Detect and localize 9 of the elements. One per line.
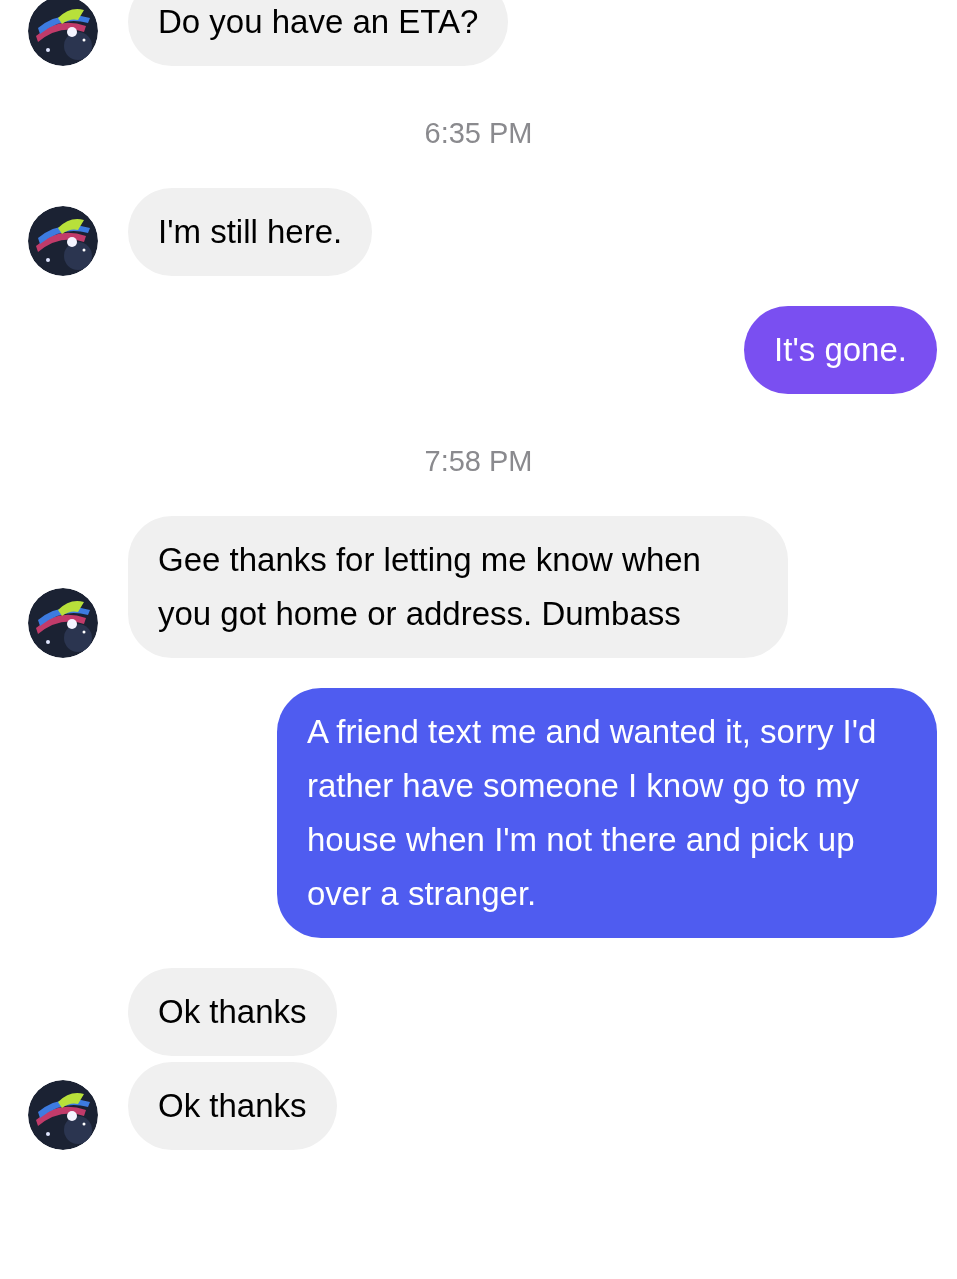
sent-message: It's gone. — [744, 306, 937, 394]
received-message: Do you have an ETA? — [128, 0, 509, 66]
received-message: I'm still here. — [128, 188, 373, 276]
sent-message: A friend text me and wanted it, sorry I'd rather have someone I know go to my house when I'm not there and pick up over a stranger. — [277, 688, 937, 938]
timestamp: 6:35 PM — [424, 118, 533, 148]
received-message: Gee thanks for letting me know when you got home or address. Dumbass — [128, 516, 788, 658]
timestamp: 7:58 PM — [424, 446, 533, 476]
received-message: Ok thanks — [128, 968, 337, 1056]
received-message: Ok thanks — [128, 1062, 337, 1150]
